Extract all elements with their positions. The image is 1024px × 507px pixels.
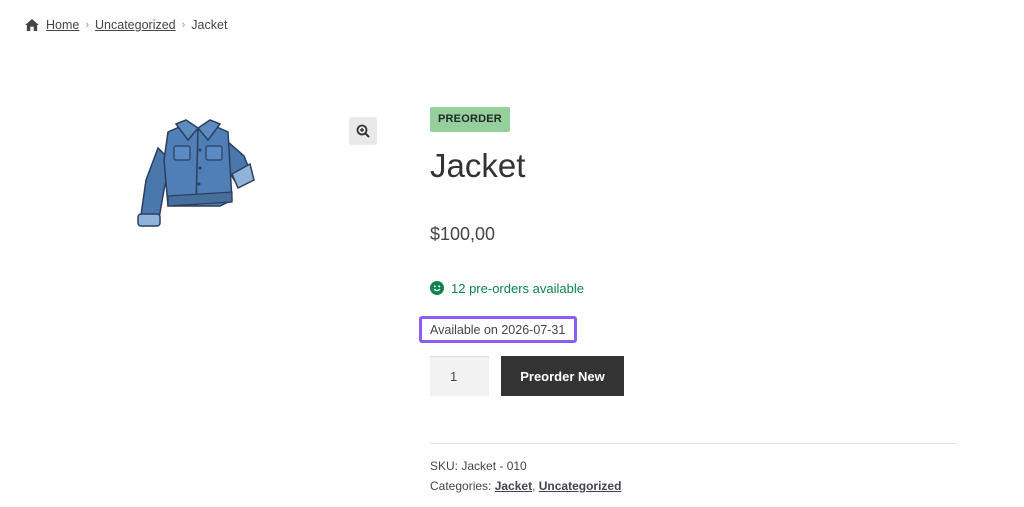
zoom-in-icon — [356, 124, 370, 138]
categories-row: Categories: Jacket, Uncategorized — [430, 479, 621, 493]
breadcrumb-current: Jacket — [191, 18, 228, 32]
availability-date: Available on 2026-07-31 — [419, 316, 577, 343]
jacket-image — [137, 119, 255, 227]
category-separator: , — [532, 479, 539, 493]
quantity-input[interactable] — [430, 356, 489, 396]
breadcrumb-separator: › — [85, 19, 90, 31]
breadcrumb-home-link[interactable]: Home — [46, 18, 79, 32]
category-link-uncategorized[interactable]: Uncategorized — [539, 479, 622, 493]
product-title: Jacket — [430, 147, 526, 184]
product-image[interactable] — [128, 110, 268, 238]
preorder-button[interactable]: Preorder New — [501, 356, 624, 396]
smile-icon — [430, 281, 444, 295]
stock-text: 12 pre-orders available — [451, 280, 584, 296]
divider — [430, 443, 957, 444]
stock-status: 12 pre-orders available — [430, 279, 584, 297]
home-icon — [25, 19, 39, 31]
sku-label: SKU: — [430, 459, 462, 473]
availability-text: Available on 2026-07-31 — [430, 322, 566, 337]
breadcrumb-category-link[interactable]: Uncategorized — [95, 18, 176, 32]
breadcrumb-separator: › — [181, 19, 186, 31]
sku-row: SKU: Jacket - 010 — [430, 459, 527, 473]
category-link-jacket[interactable]: Jacket — [495, 479, 532, 493]
sku-value: Jacket - 010 — [461, 459, 527, 473]
product-price: $100,00 — [430, 224, 496, 244]
breadcrumb: Home › Uncategorized › Jacket — [25, 16, 227, 34]
categories-label: Categories: — [430, 479, 495, 493]
zoom-button[interactable] — [349, 117, 377, 145]
preorder-badge: PREORDER — [430, 107, 510, 132]
